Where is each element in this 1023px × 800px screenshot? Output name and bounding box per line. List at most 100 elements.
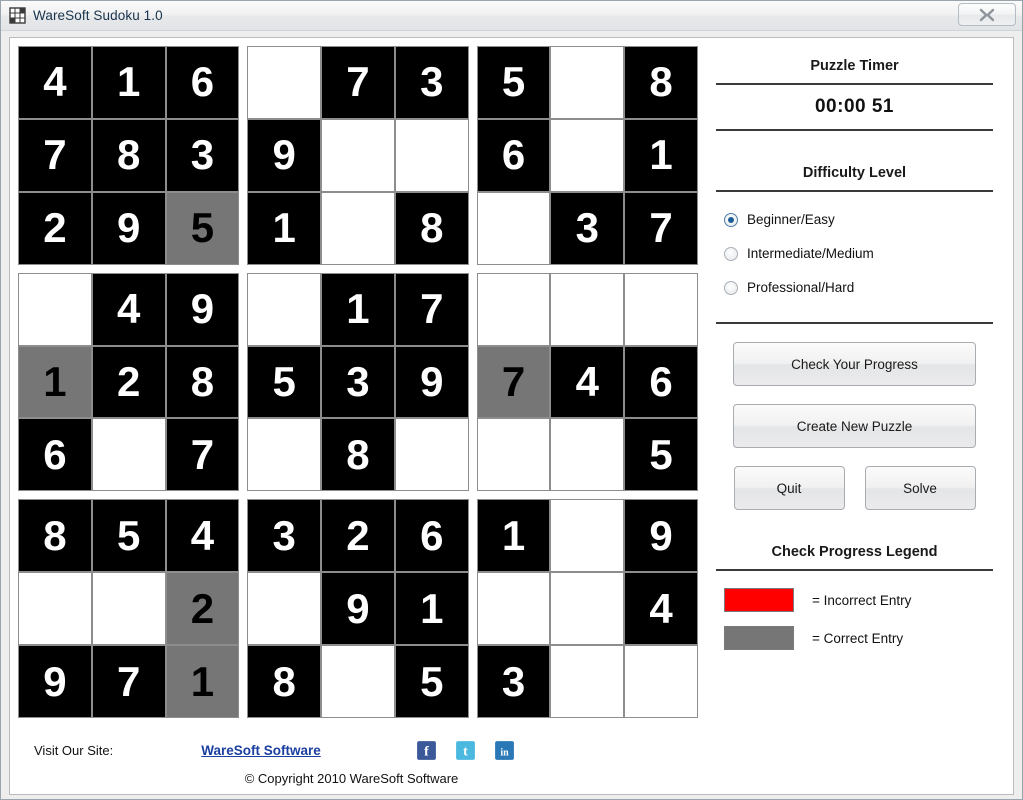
sudoku-cell[interactable]: 8 [92, 119, 165, 191]
difficulty-option-3[interactable]: Professional/Hard [716, 270, 993, 304]
sudoku-cell[interactable]: 9 [92, 192, 165, 264]
sudoku-cell[interactable]: 1 [625, 119, 697, 191]
sudoku-cell[interactable]: 9 [248, 119, 321, 191]
radio-icon[interactable] [724, 280, 738, 295]
sudoku-cell[interactable] [248, 573, 321, 645]
sudoku-cell[interactable]: 9 [625, 500, 697, 572]
sudoku-cell[interactable]: 2 [92, 346, 165, 418]
sudoku-cell[interactable]: 3 [477, 646, 550, 717]
sudoku-cell[interactable]: 2 [19, 192, 91, 264]
sudoku-cell[interactable] [551, 646, 624, 717]
sudoku-cell[interactable]: 6 [477, 119, 550, 191]
sudoku-cell[interactable]: 8 [248, 646, 321, 717]
sudoku-cell[interactable]: 7 [92, 646, 165, 717]
radio-icon[interactable] [724, 212, 738, 227]
sudoku-cell[interactable] [322, 119, 394, 191]
sudoku-cell[interactable]: 5 [248, 346, 321, 418]
sudoku-cell[interactable] [551, 47, 624, 118]
twitter-icon[interactable]: t [454, 739, 476, 761]
sudoku-cell[interactable]: 3 [551, 192, 624, 264]
sudoku-cell[interactable]: 7 [19, 119, 91, 191]
sudoku-cell[interactable] [551, 273, 624, 345]
sudoku-cell[interactable]: 3 [166, 119, 239, 191]
footer-links-row: Visit Our Site: WareSoft Software f t in [10, 735, 1013, 765]
sudoku-cell[interactable]: 8 [625, 47, 697, 118]
sudoku-cell[interactable]: 9 [166, 273, 239, 345]
difficulty-option-label: Beginner/Easy [747, 212, 835, 227]
sudoku-cell[interactable] [395, 419, 468, 491]
sudoku-cell[interactable]: 5 [395, 646, 468, 717]
radio-icon[interactable] [724, 246, 738, 261]
sudoku-cell[interactable]: 5 [166, 192, 239, 264]
sudoku-cell[interactable]: 1 [322, 273, 394, 345]
difficulty-option-2[interactable]: Intermediate/Medium [716, 236, 993, 270]
sudoku-cell[interactable]: 3 [248, 500, 321, 572]
difficulty-option-1[interactable]: Beginner/Easy [716, 202, 993, 236]
sudoku-cell[interactable] [625, 273, 697, 345]
quit-button[interactable]: Quit [733, 466, 845, 510]
sudoku-cell[interactable] [248, 419, 321, 491]
sudoku-cell[interactable]: 8 [19, 500, 91, 572]
create-new-puzzle-button[interactable]: Create New Puzzle [733, 404, 976, 448]
sudoku-cell[interactable]: 6 [395, 500, 468, 572]
facebook-icon[interactable]: f [415, 739, 437, 761]
sudoku-cell[interactable]: 6 [19, 419, 91, 491]
sudoku-cell[interactable]: 1 [19, 346, 91, 418]
sudoku-cell[interactable]: 5 [92, 500, 165, 572]
copyright-text: © Copyright 2010 WareSoft Software [244, 771, 459, 786]
sudoku-cell[interactable]: 6 [166, 47, 239, 118]
sudoku-box: 7465 [476, 272, 698, 492]
sudoku-cell[interactable] [551, 500, 624, 572]
sudoku-cell[interactable] [19, 573, 91, 645]
sudoku-cell[interactable]: 7 [477, 346, 550, 418]
sudoku-cell[interactable] [322, 646, 394, 717]
sudoku-cell[interactable] [395, 119, 468, 191]
sudoku-cell[interactable]: 7 [166, 419, 239, 491]
sudoku-cell[interactable]: 4 [19, 47, 91, 118]
sudoku-cell[interactable]: 7 [395, 273, 468, 345]
sudoku-cell[interactable] [477, 192, 550, 264]
close-button[interactable] [958, 3, 1016, 26]
sudoku-cell[interactable]: 6 [625, 346, 697, 418]
sudoku-cell[interactable] [92, 573, 165, 645]
sudoku-cell[interactable]: 7 [625, 192, 697, 264]
sudoku-cell[interactable]: 1 [92, 47, 165, 118]
sudoku-cell[interactable]: 8 [395, 192, 468, 264]
sudoku-cell[interactable]: 5 [625, 419, 697, 491]
sudoku-cell[interactable] [477, 419, 550, 491]
sudoku-cell[interactable]: 5 [477, 47, 550, 118]
sudoku-cell[interactable]: 4 [551, 346, 624, 418]
sudoku-cell[interactable]: 8 [322, 419, 394, 491]
sudoku-cell[interactable]: 4 [166, 500, 239, 572]
sudoku-cell[interactable] [551, 573, 624, 645]
waresoft-software-link[interactable]: WareSoft Software [201, 743, 321, 758]
sudoku-cell[interactable] [551, 419, 624, 491]
sudoku-cell[interactable]: 1 [395, 573, 468, 645]
check-progress-button[interactable]: Check Your Progress [733, 342, 976, 386]
sudoku-cell[interactable] [477, 273, 550, 345]
sudoku-cell[interactable] [19, 273, 91, 345]
sudoku-cell[interactable]: 9 [395, 346, 468, 418]
sudoku-cell[interactable] [248, 47, 321, 118]
sudoku-cell[interactable]: 9 [19, 646, 91, 717]
solve-button[interactable]: Solve [864, 466, 976, 510]
sudoku-cell[interactable]: 4 [92, 273, 165, 345]
sudoku-cell[interactable]: 3 [395, 47, 468, 118]
sudoku-cell[interactable]: 2 [166, 573, 239, 645]
sudoku-cell[interactable]: 9 [322, 573, 394, 645]
sudoku-cell[interactable]: 1 [248, 192, 321, 264]
sudoku-cell[interactable] [625, 646, 697, 717]
sudoku-cell[interactable]: 4 [625, 573, 697, 645]
sudoku-cell[interactable]: 8 [166, 346, 239, 418]
sudoku-cell[interactable]: 7 [322, 47, 394, 118]
sudoku-cell[interactable] [322, 192, 394, 264]
sudoku-cell[interactable]: 1 [166, 646, 239, 717]
linkedin-icon[interactable]: in [493, 739, 515, 761]
sudoku-cell[interactable] [551, 119, 624, 191]
sudoku-cell[interactable] [477, 573, 550, 645]
sudoku-cell[interactable] [248, 273, 321, 345]
sudoku-cell[interactable]: 2 [322, 500, 394, 572]
sudoku-cell[interactable] [92, 419, 165, 491]
sudoku-cell[interactable]: 1 [477, 500, 550, 572]
sudoku-cell[interactable]: 3 [322, 346, 394, 418]
